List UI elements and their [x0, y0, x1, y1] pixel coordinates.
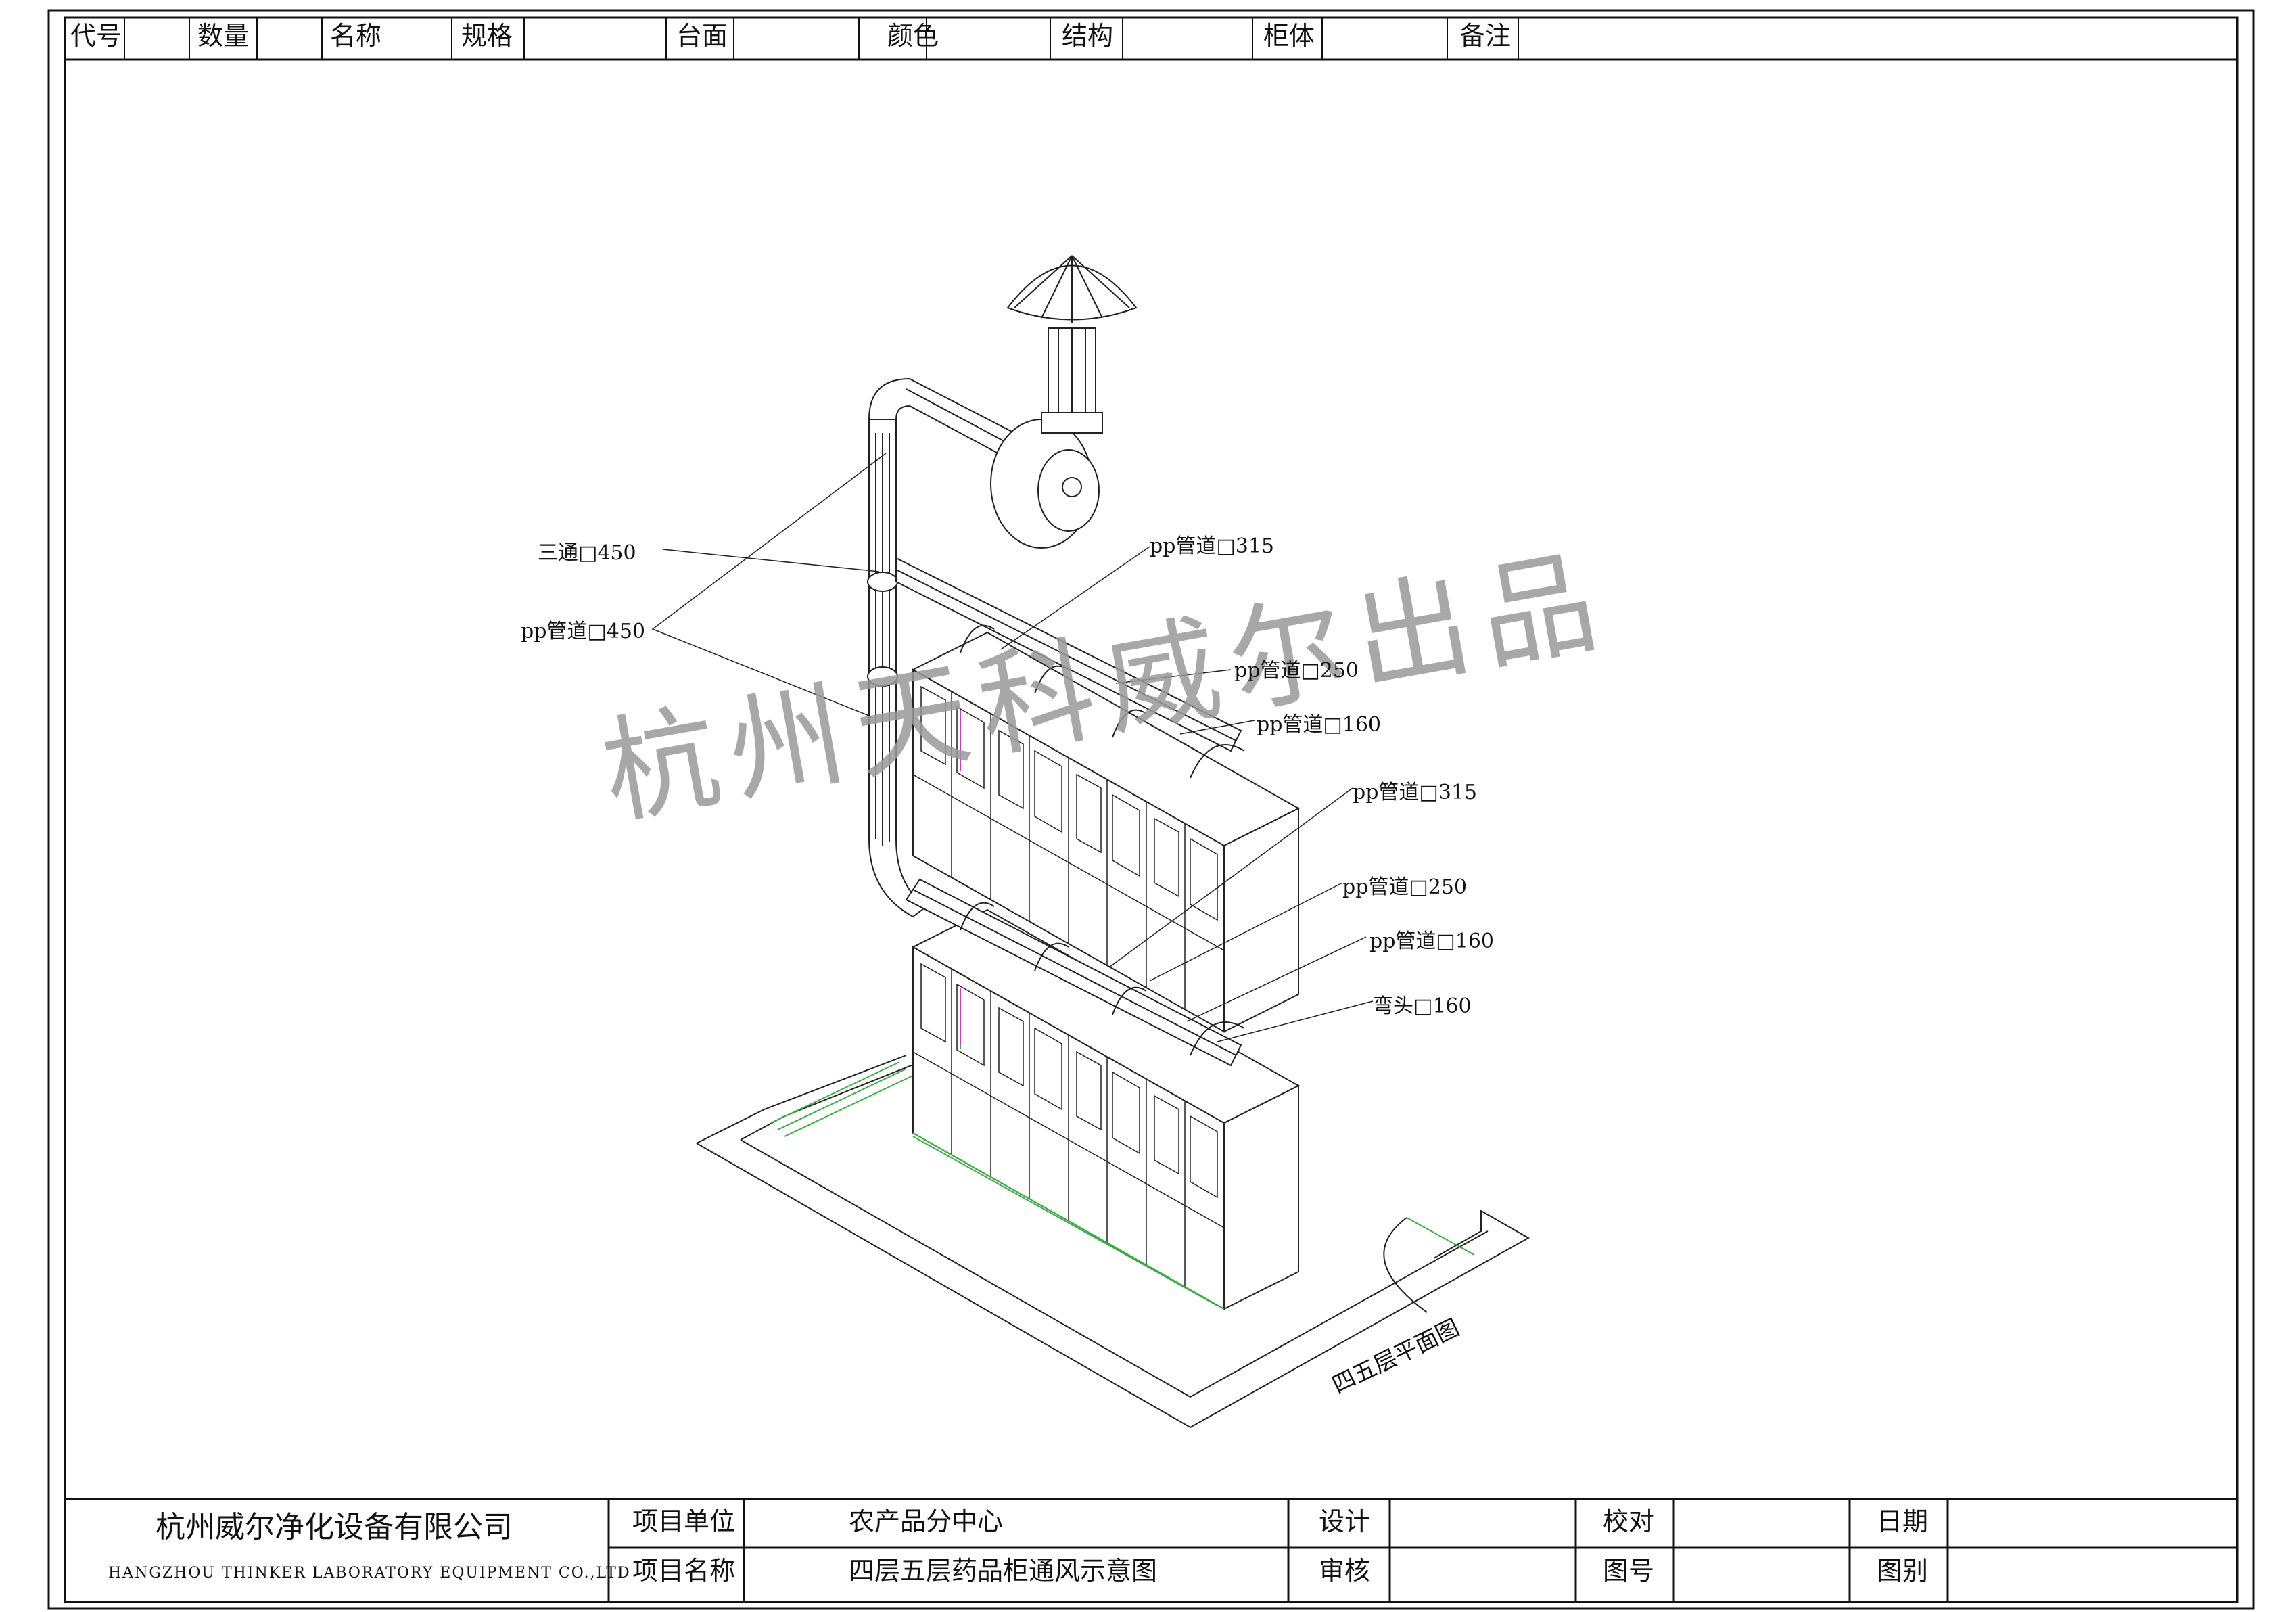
header-cell-name: 名称: [330, 21, 382, 51]
design-label: 设计: [1319, 1506, 1371, 1536]
annotation-pp-duct-160-lower: pp管道□160: [1369, 929, 1495, 953]
header-cell-code: 代号: [70, 21, 122, 51]
header-cell-countertop: 台面: [676, 21, 728, 51]
company-name-cn: 杭州威尔净化设备有限公司: [156, 1510, 513, 1544]
drawing-sheet: [47, 9, 2255, 1610]
project-unit-value: 农产品分中心: [849, 1506, 1004, 1536]
header-cell-remarks: 备注: [1459, 21, 1512, 51]
drawing-category-label: 图别: [1877, 1556, 1929, 1586]
annotation-pp-duct-450: pp管道□450: [521, 620, 646, 643]
exhaust-hood: [1006, 255, 1138, 413]
header-cell-structure: 结构: [1062, 21, 1114, 51]
header-cell-cabinet-body: 柜体: [1263, 21, 1315, 51]
header-cell-quantity: 数量: [197, 21, 250, 51]
annotation-pp-duct-160-upper: pp管道□160: [1257, 713, 1382, 737]
annotation-tee-450: 三通□450: [538, 541, 636, 565]
annotation-elbow-160: 弯头□160: [1373, 994, 1472, 1018]
project-name-label: 项目名称: [632, 1556, 736, 1586]
company-name-en: HANGZHOU THINKER LABORATORY EQUIPMENT CO…: [108, 1565, 631, 1582]
review-label: 审核: [1319, 1556, 1371, 1586]
annotation-pp-duct-315-lower: pp管道□315: [1353, 781, 1478, 804]
check-label: 校对: [1603, 1506, 1655, 1536]
annotation-pp-duct-315-upper: pp管道□315: [1150, 534, 1275, 558]
drawing-number-label: 图号: [1603, 1556, 1655, 1586]
annotation-pp-duct-250-upper: pp管道□250: [1234, 659, 1359, 683]
project-unit-label: 项目单位: [632, 1506, 736, 1536]
annotation-pp-duct-250-lower: pp管道□250: [1342, 875, 1468, 899]
header-cell-color: 颜色: [887, 21, 939, 51]
project-name-value: 四层五层药品柜通风示意图: [849, 1556, 1158, 1586]
header-cell-spec: 规格: [461, 21, 513, 51]
date-label: 日期: [1877, 1506, 1929, 1536]
